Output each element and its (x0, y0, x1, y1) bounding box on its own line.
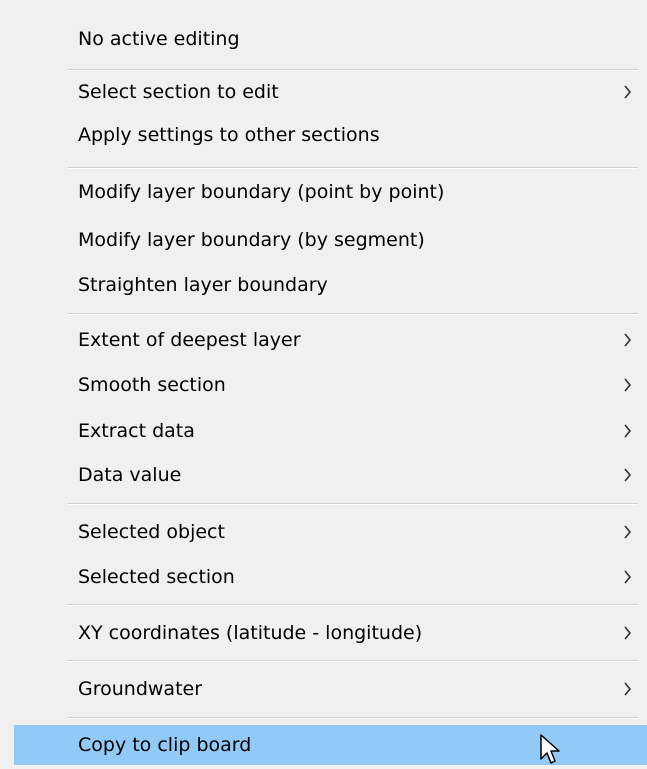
menu-separator (68, 503, 638, 505)
chevron-right-icon (624, 70, 638, 114)
menu-item-label: XY coordinates (latitude - longitude) (78, 622, 423, 644)
menu-item-label: Copy to clip board (78, 734, 252, 756)
menu-separator (68, 167, 638, 169)
context-menu: No active editing Select section to edit… (0, 0, 647, 765)
menu-item-extent-deepest-layer[interactable]: Extent of deepest layer (0, 318, 647, 362)
menu-item-label: Selected object (78, 521, 225, 543)
chevron-right-icon (624, 363, 638, 407)
chevron-right-icon (624, 318, 638, 362)
menu-item-label: Modify layer boundary (by segment) (78, 229, 425, 251)
menu-item-smooth-section[interactable]: Smooth section (0, 363, 647, 407)
menu-item-label: Extract data (78, 420, 195, 442)
menu-separator (68, 660, 638, 662)
menu-item-selected-section[interactable]: Selected section (0, 555, 647, 599)
menu-item-apply-settings[interactable]: Apply settings to other sections (0, 113, 647, 157)
menu-item-data-value[interactable]: Data value (0, 453, 647, 497)
chevron-right-icon (624, 409, 638, 453)
menu-item-straighten-boundary[interactable]: Straighten layer boundary (0, 263, 647, 307)
menu-separator (68, 604, 638, 606)
menu-item-xy-coordinates[interactable]: XY coordinates (latitude - longitude) (0, 611, 647, 655)
chevron-right-icon (624, 667, 638, 711)
menu-item-label: Selected section (78, 566, 235, 588)
menu-item-label: Apply settings to other sections (78, 124, 380, 146)
menu-item-label: No active editing (78, 28, 240, 50)
menu-item-extract-data[interactable]: Extract data (0, 409, 647, 453)
menu-item-selected-object[interactable]: Selected object (0, 510, 647, 554)
menu-item-label: Data value (78, 464, 182, 486)
chevron-right-icon (624, 510, 638, 554)
chevron-right-icon (624, 453, 638, 497)
menu-item-groundwater[interactable]: Groundwater (0, 667, 647, 711)
menu-item-label: Groundwater (78, 678, 203, 700)
menu-item-select-section-to-edit[interactable]: Select section to edit (0, 70, 647, 114)
menu-item-modify-boundary-point[interactable]: Modify layer boundary (point by point) (0, 170, 647, 214)
menu-separator (68, 717, 638, 719)
menu-item-label: Select section to edit (78, 81, 279, 103)
menu-item-label: Smooth section (78, 374, 226, 396)
chevron-right-icon (624, 611, 638, 655)
menu-item-no-active-editing[interactable]: No active editing (0, 17, 647, 61)
menu-item-label: Extent of deepest layer (78, 329, 301, 351)
chevron-right-icon (624, 555, 638, 599)
menu-item-label: Straighten layer boundary (78, 274, 328, 296)
mouse-pointer-icon (539, 733, 561, 765)
menu-item-label: Modify layer boundary (point by point) (78, 181, 445, 203)
menu-item-modify-boundary-segment[interactable]: Modify layer boundary (by segment) (0, 218, 647, 262)
menu-separator (68, 313, 638, 315)
